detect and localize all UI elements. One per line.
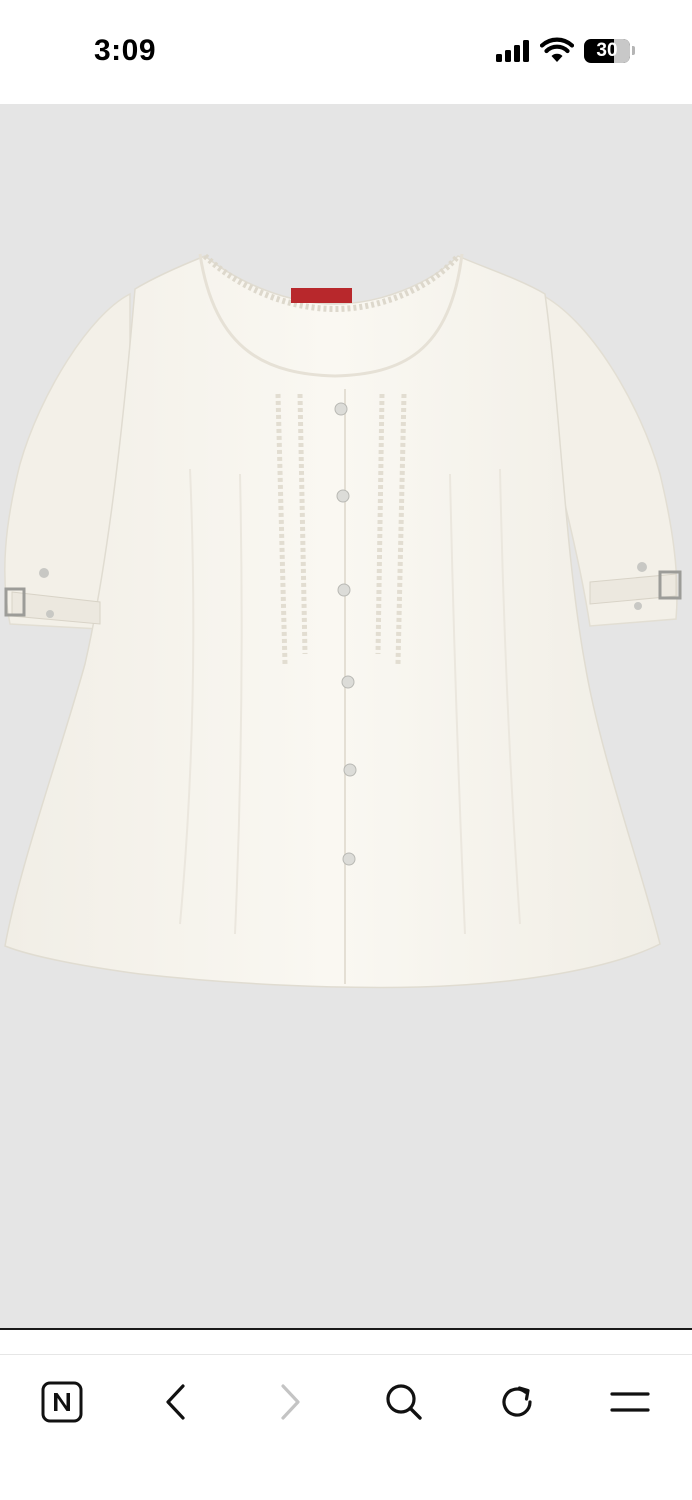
status-time: 3:09 bbox=[94, 34, 157, 67]
browser-toolbar bbox=[0, 1330, 692, 1500]
chevron-left-icon bbox=[166, 1384, 185, 1420]
image-viewer[interactable] bbox=[0, 104, 692, 1329]
battery-tip bbox=[632, 46, 635, 55]
forward-button[interactable] bbox=[262, 1378, 318, 1426]
back-button[interactable] bbox=[148, 1378, 204, 1426]
chevron-right-icon bbox=[281, 1384, 300, 1420]
n-logo-icon bbox=[41, 1381, 83, 1423]
signal-icon bbox=[496, 40, 529, 62]
menu-button[interactable] bbox=[602, 1378, 658, 1426]
search-button[interactable] bbox=[376, 1378, 432, 1426]
toolbar-top-line bbox=[0, 1354, 692, 1355]
refresh-button[interactable] bbox=[489, 1378, 545, 1426]
naver-home-button[interactable] bbox=[34, 1378, 90, 1426]
search-icon bbox=[386, 1384, 422, 1420]
refresh-icon bbox=[502, 1386, 532, 1417]
product-image bbox=[4, 253, 682, 989]
battery-level: 30 bbox=[596, 40, 618, 61]
menu-icon bbox=[610, 1392, 650, 1412]
battery-icon: 30 bbox=[584, 39, 630, 63]
status-bar: 3:09 30 bbox=[0, 0, 692, 104]
wifi-icon bbox=[540, 37, 574, 62]
